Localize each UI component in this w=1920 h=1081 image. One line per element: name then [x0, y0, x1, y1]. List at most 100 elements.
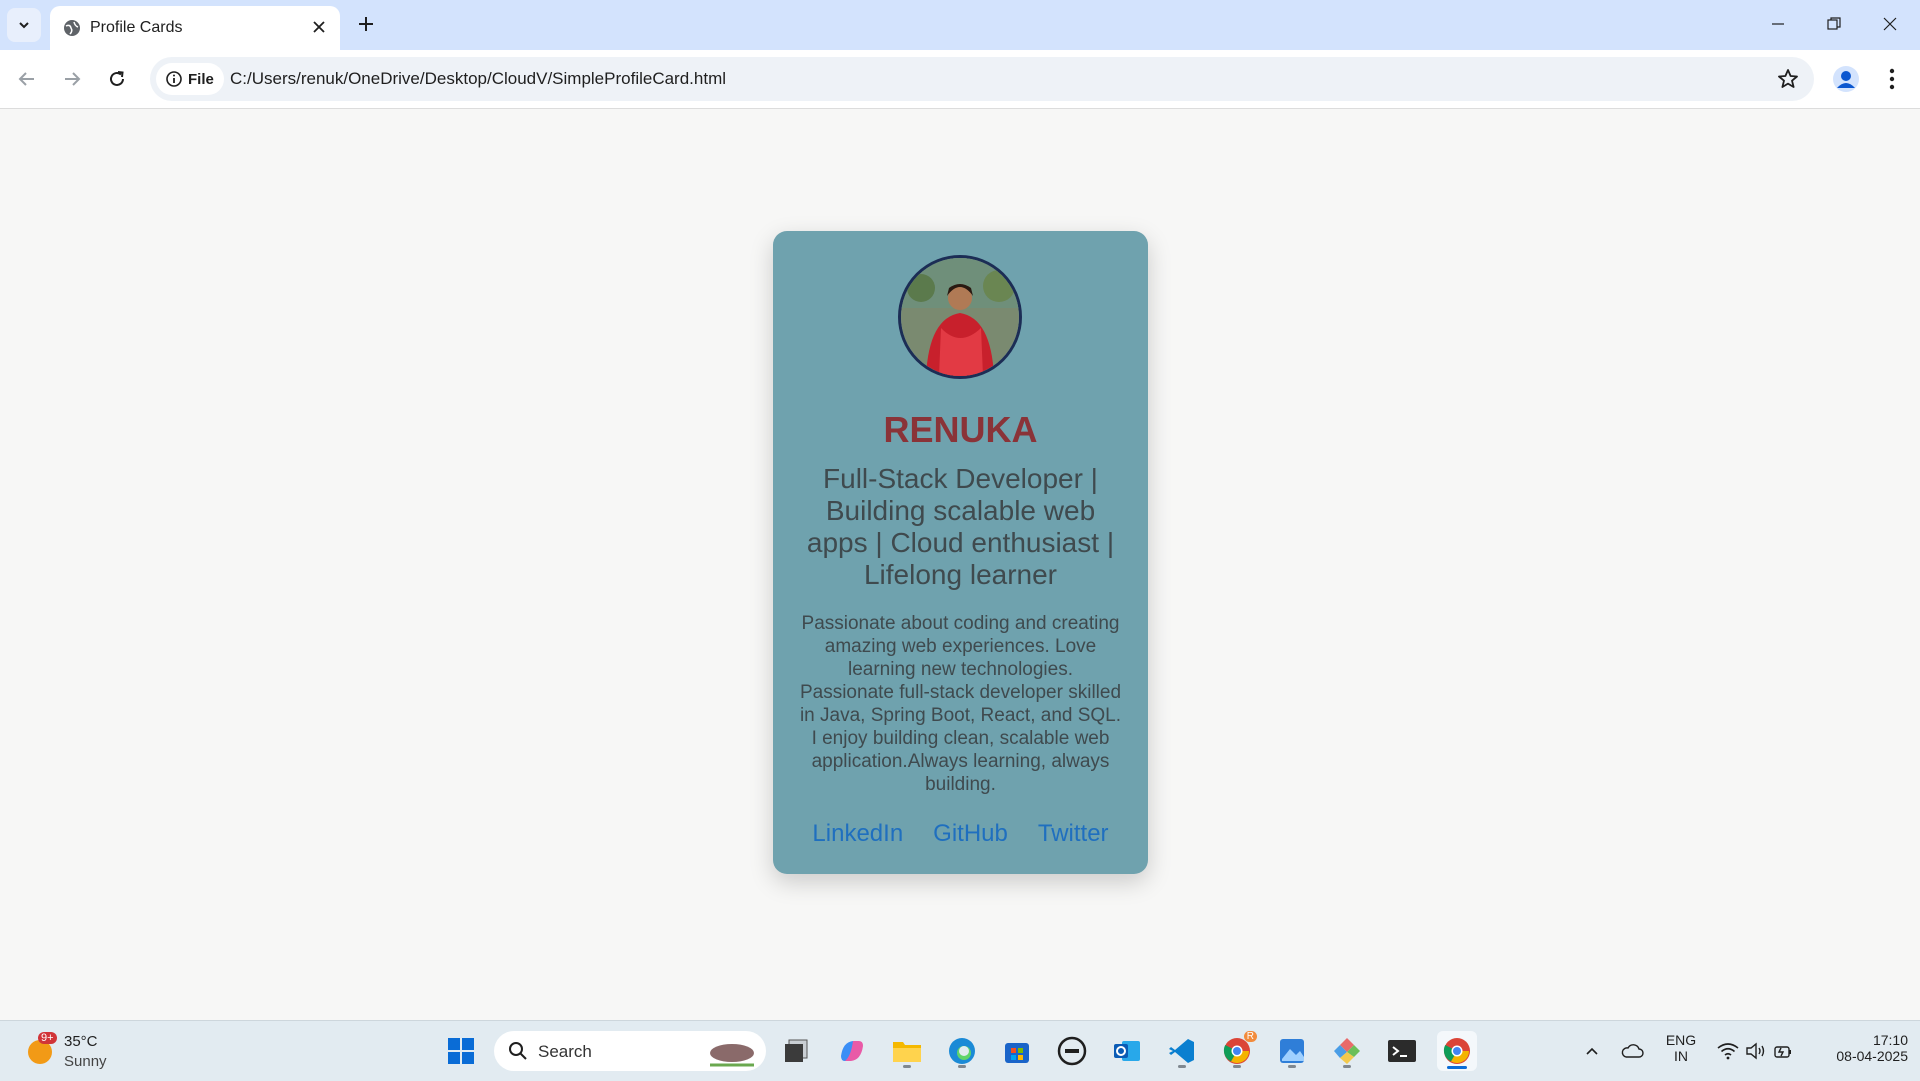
twitter-link[interactable]: Twitter — [1038, 820, 1109, 848]
chrome-icon — [1443, 1038, 1470, 1064]
language-code: ENG — [1665, 1032, 1697, 1048]
task-view-button[interactable] — [776, 1031, 816, 1071]
folder-icon — [893, 1042, 921, 1062]
dell-icon — [1057, 1036, 1087, 1066]
github-link[interactable]: GitHub — [933, 820, 1008, 848]
profile-name: RENUKA — [883, 409, 1038, 450]
onedrive-button[interactable] — [1612, 1031, 1652, 1071]
new-tab-button[interactable] — [351, 9, 381, 39]
dell-button[interactable] — [1052, 1031, 1092, 1071]
store-icon — [1005, 1043, 1029, 1063]
wifi-icon — [1717, 1043, 1739, 1060]
outlook-icon — [1114, 1041, 1140, 1061]
linkedin-link[interactable]: LinkedIn — [812, 820, 903, 848]
tab-search-button[interactable] — [7, 8, 41, 42]
minimize-button[interactable] — [1750, 0, 1806, 48]
search-icon — [509, 1042, 527, 1060]
browser-tab[interactable]: Profile Cards — [50, 6, 340, 50]
terminal-icon — [1388, 1040, 1416, 1062]
running-indicator — [1178, 1065, 1186, 1068]
chrome-profile-button[interactable]: R — [1217, 1031, 1257, 1071]
vscode-button[interactable] — [1162, 1031, 1202, 1071]
copilot-button[interactable] — [832, 1031, 872, 1071]
vscode-icon — [1169, 1039, 1194, 1063]
cloud-icon — [1621, 1044, 1644, 1058]
close-icon — [313, 21, 325, 33]
running-indicator — [903, 1065, 911, 1068]
weather-condition: Sunny — [64, 1053, 107, 1070]
clock-time: 17:10 — [1872, 1032, 1908, 1048]
site-chip-label: File — [188, 70, 214, 88]
running-indicator — [1288, 1065, 1296, 1068]
person-icon — [1833, 66, 1859, 92]
browser-menu-button[interactable] — [1878, 63, 1906, 95]
restore-icon — [1827, 17, 1841, 30]
task-view-icon — [785, 1039, 808, 1062]
arrow-right-icon — [65, 72, 81, 86]
info-icon — [166, 71, 182, 87]
search-label: Search — [538, 1042, 592, 1061]
running-indicator — [1233, 1065, 1241, 1068]
back-button[interactable] — [11, 63, 43, 95]
taskbar: 9+ 35°C Sunny Search R ENG IN 17:10 08-0… — [0, 1020, 1920, 1081]
close-tab-button[interactable] — [306, 14, 332, 40]
windows-icon — [448, 1038, 474, 1064]
start-button[interactable] — [441, 1031, 481, 1071]
chrome-button[interactable] — [1437, 1031, 1477, 1071]
volume-icon — [1746, 1042, 1765, 1060]
close-window-button[interactable] — [1862, 0, 1918, 48]
battery-icon — [1774, 1046, 1791, 1058]
arrow-left-icon — [18, 72, 34, 86]
language-region: IN — [1674, 1048, 1688, 1064]
tab-strip: Profile Cards — [0, 0, 1920, 50]
chevron-down-icon — [19, 22, 29, 29]
taskbar-search[interactable]: Search — [494, 1031, 766, 1071]
profile-photo — [898, 255, 1022, 379]
clock[interactable]: 17:10 08-04-2025 — [1808, 1032, 1908, 1064]
browser-toolbar: File C:/Users/renuk/OneDrive/Desktop/Clo… — [0, 50, 1920, 109]
file-explorer-button[interactable] — [887, 1031, 927, 1071]
language-indicator[interactable]: ENG IN — [1656, 1032, 1706, 1064]
app-button[interactable] — [1327, 1031, 1367, 1071]
profile-headline: Full-Stack Developer | Building scalable… — [806, 463, 1115, 590]
active-indicator — [1447, 1066, 1467, 1069]
plus-icon — [359, 17, 373, 31]
tab-title: Profile Cards — [90, 19, 183, 36]
url-text[interactable]: C:/Users/renuk/OneDrive/Desktop/CloudV/S… — [230, 69, 726, 89]
restore-button[interactable] — [1806, 0, 1862, 48]
system-status-button[interactable] — [1710, 1031, 1800, 1071]
running-indicator — [1343, 1065, 1351, 1068]
chrome-profile-badge: R — [1243, 1031, 1257, 1042]
running-indicator — [958, 1065, 966, 1068]
outlook-button[interactable] — [1107, 1031, 1147, 1071]
chevron-up-icon — [1586, 1047, 1598, 1055]
weather-temperature: 35°C — [64, 1033, 98, 1050]
profile-bio: Passionate about coding and creating ama… — [799, 613, 1122, 795]
profile-button[interactable] — [1830, 63, 1862, 95]
globe-icon — [64, 20, 80, 36]
reload-button[interactable] — [101, 63, 133, 95]
more-vertical-icon — [1889, 68, 1895, 90]
weather-badge: 9+ — [38, 1032, 57, 1044]
store-button[interactable] — [997, 1031, 1037, 1071]
close-icon — [1883, 17, 1897, 31]
diamond-app-icon — [1334, 1038, 1360, 1064]
weather-widget[interactable]: 9+ 35°C Sunny — [24, 1029, 134, 1073]
minimize-icon — [1772, 23, 1784, 25]
photos-icon — [1280, 1039, 1304, 1063]
social-links: LinkedIn GitHub Twitter — [773, 820, 1148, 848]
forward-button[interactable] — [56, 63, 88, 95]
reload-icon — [110, 71, 124, 86]
edge-button[interactable] — [942, 1031, 982, 1071]
copilot-icon — [841, 1041, 863, 1061]
star-icon[interactable] — [1776, 67, 1800, 91]
address-bar[interactable]: File C:/Users/renuk/OneDrive/Desktop/Clo… — [150, 57, 1814, 101]
photos-button[interactable] — [1272, 1031, 1312, 1071]
show-hidden-icons-button[interactable] — [1572, 1031, 1612, 1071]
edge-icon — [949, 1038, 975, 1064]
terminal-button[interactable] — [1382, 1031, 1422, 1071]
clock-date: 08-04-2025 — [1836, 1048, 1908, 1064]
search-highlight-icon — [710, 1044, 754, 1067]
profile-card: RENUKA Full-Stack Developer | Building s… — [773, 231, 1148, 874]
site-info-button[interactable]: File — [156, 63, 224, 95]
